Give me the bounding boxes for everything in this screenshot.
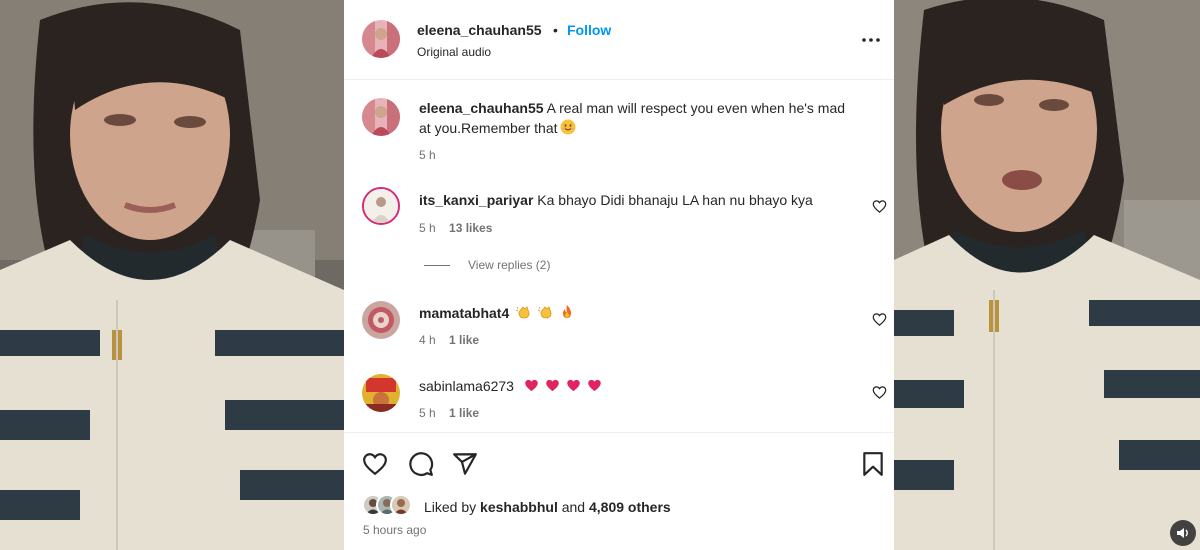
post-actions: Liked by keshabbhul and 4,809 others 5 h… [344, 432, 894, 550]
heart-icon[interactable] [872, 312, 887, 327]
caption-meta: 5 h [419, 148, 446, 162]
follow-button[interactable]: Follow [567, 22, 611, 38]
red-heart-emoji [587, 378, 602, 398]
like-heart-icon[interactable] [362, 451, 388, 477]
comment-meta: 5 h 1 like [419, 406, 489, 420]
heart-icon[interactable] [872, 199, 887, 214]
liked-by-prefix: Liked by [424, 499, 477, 515]
comment-text: mamatabhat4 [419, 303, 849, 325]
post-timestamp[interactable]: 5 hours ago [363, 523, 426, 537]
audio-link[interactable]: Original audio [417, 45, 491, 59]
caption-username[interactable]: eleena_chauhan55 [419, 100, 544, 116]
smiling-face-emoji [560, 119, 576, 140]
comment-likes[interactable]: 1 like [449, 333, 479, 347]
heart-icon[interactable] [872, 385, 887, 400]
caption-time[interactable]: 5 h [419, 148, 436, 162]
comment-username[interactable]: sabinlama6273 [419, 378, 514, 394]
commenter-avatar[interactable] [362, 301, 400, 339]
red-heart-emoji [524, 378, 539, 398]
comment-username[interactable]: its_kanxi_pariyar [419, 192, 533, 208]
caption-text: eleena_chauhan55 A real man will respect… [419, 98, 849, 140]
comment-body: Ka bhayo Didi bhanaju LA han nu bhayo ky… [537, 192, 813, 208]
commenter-avatar[interactable] [362, 374, 400, 412]
video-right[interactable] [894, 0, 1200, 550]
view-replies-button[interactable]: View replies (2) [424, 258, 550, 272]
clapping-hands-emoji [515, 304, 531, 325]
author-username[interactable]: eleena_chauhan55 [417, 22, 542, 38]
comment-meta: 5 h 13 likes [419, 221, 502, 235]
separator-dot: • [553, 22, 558, 38]
red-heart-emoji [566, 378, 581, 398]
view-replies-label[interactable]: View replies (2) [468, 258, 550, 272]
comment-likes[interactable]: 1 like [449, 406, 479, 420]
liked-by-and: and [561, 499, 586, 515]
liked-by-count[interactable]: 4,809 others [589, 499, 671, 515]
commenter-avatar[interactable] [362, 187, 400, 225]
video-left[interactable] [0, 0, 344, 550]
video-frame-left [0, 0, 344, 550]
replies-divider [424, 265, 450, 267]
liked-by-text: Liked by keshabbhul and 4,809 others [424, 499, 671, 515]
comment-icon[interactable] [408, 451, 434, 477]
liked-by-user[interactable]: keshabbhul [480, 499, 558, 515]
more-options-icon[interactable] [860, 31, 882, 47]
send-icon[interactable] [452, 451, 478, 477]
comment-username[interactable]: mamatabhat4 [419, 305, 509, 321]
fire-emoji [559, 304, 575, 325]
comment-time[interactable]: 4 h [419, 333, 436, 347]
avatar [390, 494, 412, 516]
comment-time[interactable]: 5 h [419, 221, 436, 235]
comment-text: sabinlama6273 [419, 376, 849, 398]
author-avatar[interactable] [362, 20, 400, 58]
post-header: eleena_chauhan55 • Follow Original audio [344, 0, 894, 80]
bookmark-icon[interactable] [860, 451, 886, 477]
video-frame-right [894, 0, 1200, 550]
comment-meta: 4 h 1 like [419, 333, 489, 347]
red-heart-emoji [545, 378, 560, 398]
comment-likes[interactable]: 13 likes [449, 221, 492, 235]
comment-time[interactable]: 5 h [419, 406, 436, 420]
post-panel: eleena_chauhan55 • Follow Original audio… [344, 0, 894, 550]
clapping-hands-emoji [537, 304, 553, 325]
caption-avatar[interactable] [362, 98, 400, 136]
comment-text: its_kanxi_pariyar Ka bhayo Didi bhanaju … [419, 190, 849, 210]
speaker-icon[interactable] [1170, 520, 1196, 546]
